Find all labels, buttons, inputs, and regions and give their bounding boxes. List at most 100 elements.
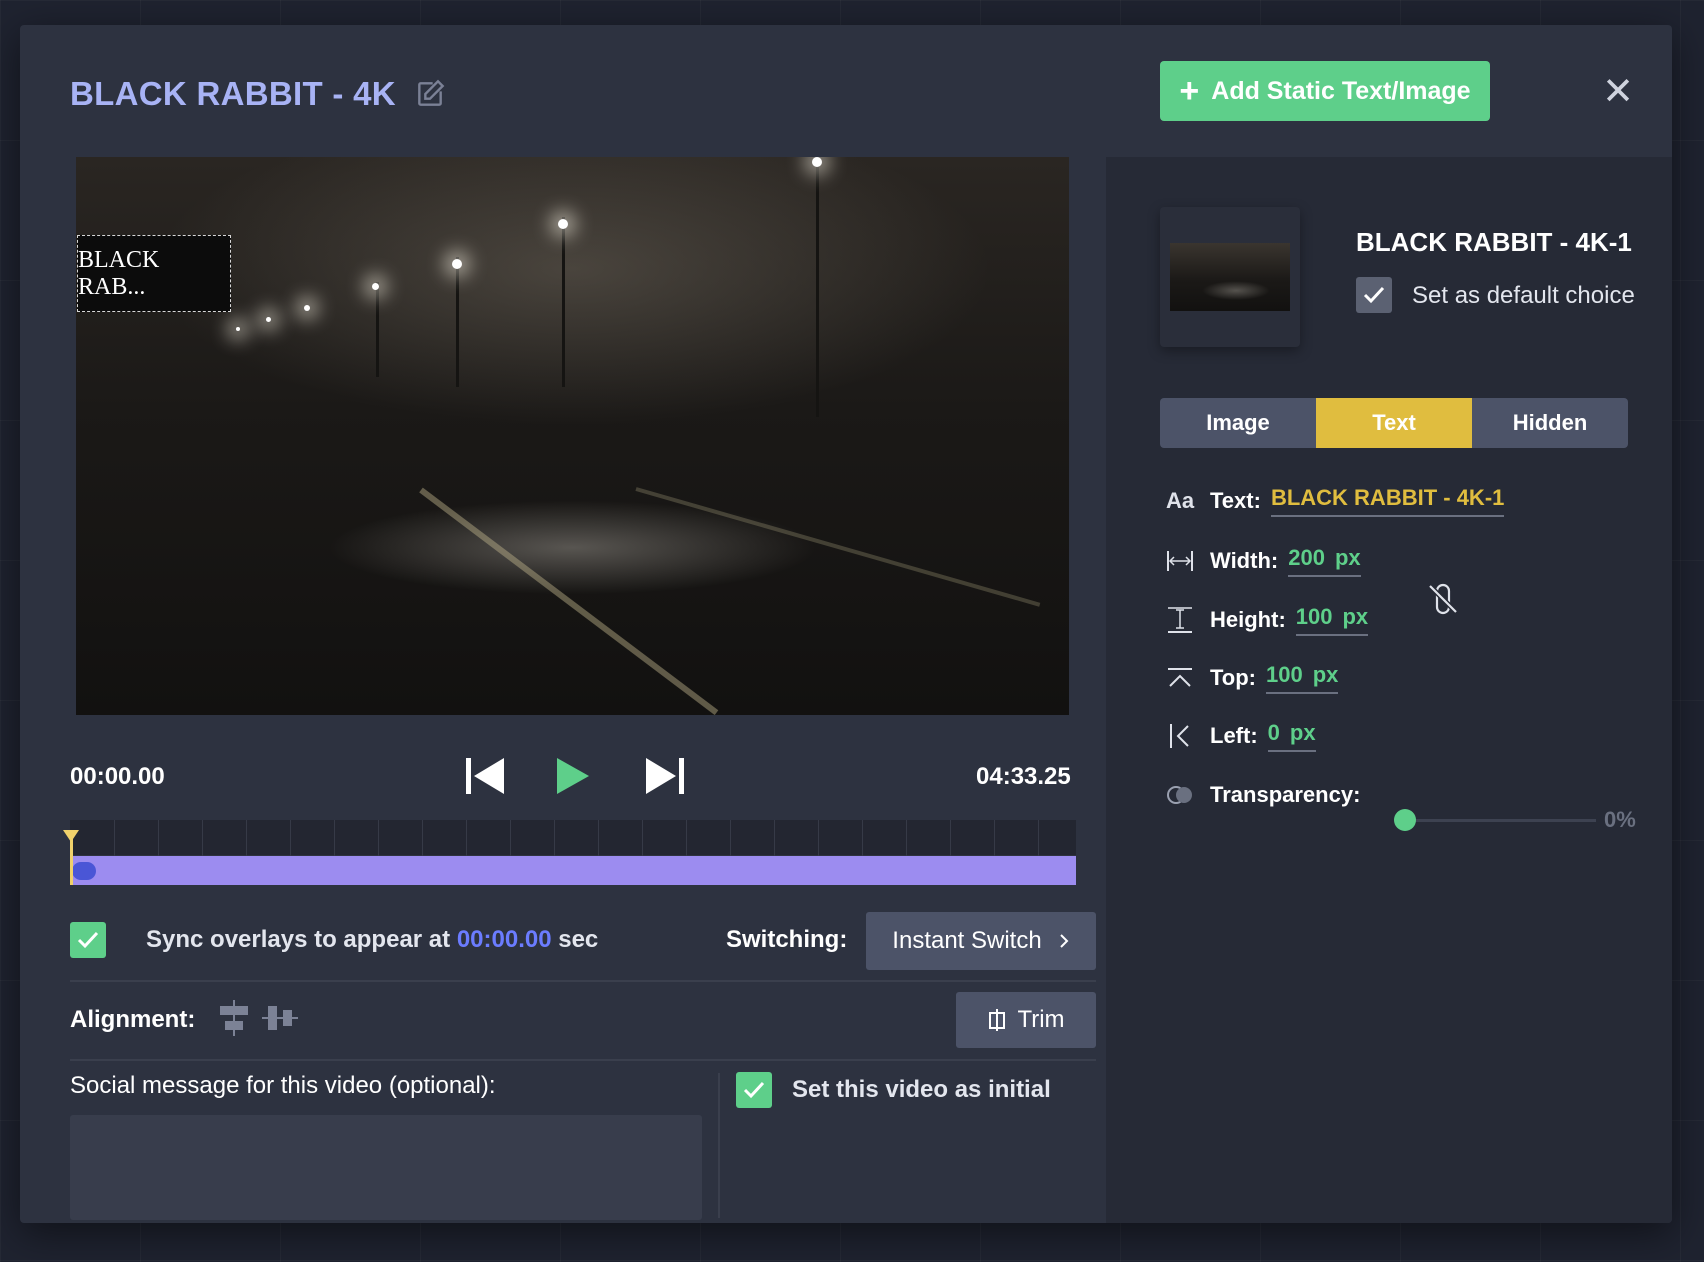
trim-label: Trim bbox=[1017, 1006, 1065, 1033]
tick bbox=[466, 820, 467, 856]
street-lamp bbox=[236, 327, 240, 331]
playhead[interactable] bbox=[63, 830, 79, 885]
sync-label-prefix: Sync overlays to appear at bbox=[146, 926, 451, 953]
prop-top-value: 100 bbox=[1266, 662, 1303, 687]
parking-line bbox=[419, 487, 719, 715]
street-lamp bbox=[558, 219, 568, 229]
alignment-label: Alignment: bbox=[70, 1006, 196, 1033]
video-preview[interactable]: BLACK RAB... bbox=[76, 157, 1069, 715]
edit-icon[interactable] bbox=[414, 78, 446, 110]
checkmark-icon bbox=[743, 1081, 765, 1099]
align-vertical-center-icon[interactable] bbox=[262, 1000, 298, 1036]
switching-dropdown[interactable]: Instant Switch bbox=[866, 912, 1096, 970]
tick bbox=[290, 820, 291, 856]
transparency-slider-track[interactable] bbox=[1398, 819, 1596, 822]
prop-left-unit: px bbox=[1289, 720, 1316, 745]
prop-text-value-text: BLACK RABBIT - 4K-1 bbox=[1270, 485, 1505, 510]
width-icon bbox=[1160, 541, 1200, 581]
prop-top-input[interactable]: 100 px bbox=[1266, 662, 1339, 694]
prop-text-row: Aa Text: BLACK RABBIT - 4K-1 bbox=[1160, 481, 1505, 521]
default-choice-label: Set as default choice bbox=[1412, 282, 1635, 309]
tick bbox=[950, 820, 951, 856]
timeline-start-handle[interactable] bbox=[72, 862, 96, 880]
overlay-settings-panel: BLACK RABBIT - 4K-1 Set as default choic… bbox=[1106, 157, 1672, 1223]
add-button-label: Add Static Text/Image bbox=[1211, 76, 1471, 105]
social-message-input[interactable] bbox=[70, 1115, 702, 1220]
prop-height-input[interactable]: 100 px bbox=[1295, 604, 1369, 636]
prop-left-row: Left: 0 px bbox=[1160, 716, 1316, 756]
street-lamp bbox=[812, 157, 822, 167]
tick bbox=[906, 820, 907, 856]
prop-top-unit: px bbox=[1312, 662, 1339, 687]
checkmark-icon bbox=[77, 931, 99, 949]
timeline-range-bar[interactable] bbox=[70, 856, 1076, 885]
timeline[interactable] bbox=[63, 820, 1076, 885]
tick bbox=[510, 820, 511, 856]
close-icon[interactable]: ✕ bbox=[1598, 71, 1638, 113]
playhead-marker-icon[interactable] bbox=[63, 830, 79, 842]
trim-button[interactable]: Trim bbox=[956, 992, 1096, 1048]
tick bbox=[422, 820, 423, 856]
height-icon bbox=[1160, 600, 1200, 640]
clip-thumbnail-card[interactable] bbox=[1160, 207, 1300, 347]
total-time: 04:33.25 bbox=[976, 763, 1071, 790]
prop-width-value: 200 bbox=[1288, 545, 1325, 570]
prop-left-input[interactable]: 0 px bbox=[1267, 720, 1316, 752]
sync-label-suffix: sec bbox=[558, 926, 599, 953]
tick bbox=[378, 820, 379, 856]
tab-image[interactable]: Image bbox=[1160, 398, 1316, 448]
transparency-value: 0% bbox=[1604, 807, 1636, 832]
prop-height-unit: px bbox=[1342, 604, 1369, 629]
tick bbox=[730, 820, 731, 856]
sync-overlays-checkbox[interactable] bbox=[70, 922, 106, 958]
prop-height-label: Height: bbox=[1210, 607, 1286, 632]
transparency-icon bbox=[1160, 775, 1200, 815]
divider bbox=[70, 1059, 1096, 1061]
sync-time-value[interactable]: 00:00.00 bbox=[457, 926, 552, 953]
plus-icon: + bbox=[1179, 72, 1200, 110]
tick bbox=[158, 820, 159, 856]
transparency-slider-thumb[interactable] bbox=[1394, 809, 1416, 831]
prop-text-label: Text: bbox=[1210, 488, 1261, 513]
add-static-text-image-button[interactable]: + Add Static Text/Image bbox=[1160, 61, 1490, 121]
light-pole bbox=[376, 282, 379, 377]
prop-transparency-row: Transparency: bbox=[1160, 775, 1370, 815]
checkmark-icon bbox=[1363, 286, 1385, 304]
tab-text[interactable]: Text bbox=[1316, 398, 1472, 448]
switching-value: Instant Switch bbox=[892, 927, 1042, 954]
tick bbox=[994, 820, 995, 856]
street-lamp bbox=[372, 283, 379, 290]
unlink-aspect-icon[interactable] bbox=[1426, 582, 1460, 616]
default-choice-checkbox[interactable] bbox=[1356, 277, 1392, 313]
skip-back-icon[interactable] bbox=[460, 753, 510, 799]
tick bbox=[554, 820, 555, 856]
light-pole bbox=[456, 257, 459, 387]
parking-line bbox=[635, 487, 1041, 607]
tick bbox=[686, 820, 687, 856]
tick bbox=[202, 820, 203, 856]
play-icon[interactable] bbox=[548, 753, 598, 799]
tick bbox=[114, 820, 115, 856]
prop-width-input[interactable]: 200 px bbox=[1288, 545, 1361, 577]
timeline-ruler bbox=[70, 820, 1076, 856]
tick bbox=[246, 820, 247, 856]
street-lamp bbox=[266, 317, 271, 322]
align-horizontal-center-icon[interactable] bbox=[216, 1000, 252, 1036]
tick bbox=[1038, 820, 1039, 856]
street-lamp bbox=[452, 259, 462, 269]
prop-transparency-label: Transparency: bbox=[1210, 782, 1361, 807]
tick bbox=[334, 820, 335, 856]
prop-left-label: Left: bbox=[1210, 723, 1258, 748]
prop-top-row: Top: 100 px bbox=[1160, 658, 1339, 698]
switching-label: Switching: bbox=[726, 926, 848, 953]
prop-text-value[interactable]: BLACK RABBIT - 4K-1 bbox=[1270, 485, 1505, 517]
skip-forward-icon[interactable] bbox=[640, 753, 690, 799]
text-overlay-preview[interactable]: BLACK RAB... bbox=[77, 235, 231, 312]
vertical-divider bbox=[718, 1073, 720, 1218]
align-left-icon bbox=[1160, 716, 1200, 756]
clip-title: BLACK RABBIT - 4K-1 bbox=[1356, 227, 1632, 257]
tab-hidden[interactable]: Hidden bbox=[1472, 398, 1628, 448]
prop-width-unit: px bbox=[1334, 545, 1361, 570]
chevron-right-icon bbox=[1059, 934, 1069, 948]
initial-video-checkbox[interactable] bbox=[736, 1072, 772, 1108]
